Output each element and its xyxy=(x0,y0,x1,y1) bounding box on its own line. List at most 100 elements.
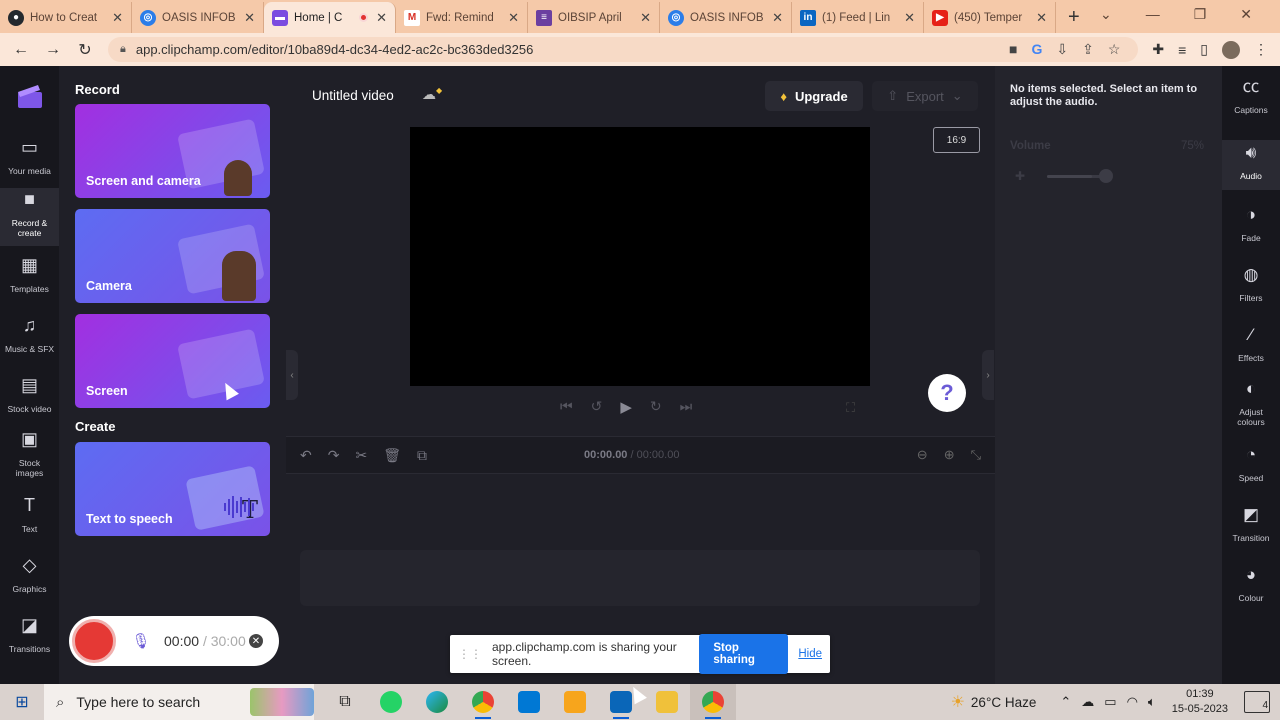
wifi-icon[interactable]: ◠ xyxy=(1127,694,1138,710)
drag-handle-icon[interactable]: ⋮⋮ xyxy=(458,647,482,661)
battery-icon[interactable]: ▭ xyxy=(1104,694,1116,710)
back-icon[interactable]: ← xyxy=(12,41,30,59)
tab-colour[interactable]: ◕ Colour xyxy=(1222,566,1280,603)
share-icon[interactable]: ⇪ xyxy=(1082,41,1094,58)
close-tab-icon[interactable]: ✕ xyxy=(904,10,915,26)
sidebar-item-stock-images[interactable]: ▣ Stock images xyxy=(0,430,59,478)
forward-5-icon[interactable]: ↻ xyxy=(650,398,662,416)
record-button[interactable] xyxy=(72,619,116,663)
reload-icon[interactable]: ↻ xyxy=(76,40,94,60)
duplicate-icon[interactable]: ⧉ xyxy=(417,447,427,464)
new-tab-icon[interactable]: + xyxy=(1068,6,1080,29)
taskbar-search[interactable]: ⌕ Type here to search xyxy=(44,684,314,720)
install-icon[interactable]: ⇩ xyxy=(1056,41,1068,58)
play-icon[interactable]: ▶ xyxy=(620,398,632,416)
close-tab-icon[interactable]: ✕ xyxy=(112,10,123,26)
screen-and-camera-card[interactable]: Screen and camera xyxy=(75,104,270,198)
bookmark-star-icon[interactable]: ☆ xyxy=(1108,41,1121,58)
microphone-icon[interactable]: 🎙︎ xyxy=(130,632,152,650)
close-tab-icon[interactable]: ✕ xyxy=(772,10,783,26)
sidebar-item-templates[interactable]: ▦ Templates xyxy=(0,256,59,294)
delete-icon[interactable]: 🗑︎ xyxy=(383,447,401,464)
minimize-icon[interactable]: — xyxy=(1146,6,1160,23)
app-icon[interactable] xyxy=(552,684,598,720)
browser-tab-active[interactable]: ▬ Home | C ✕ xyxy=(264,2,396,33)
browser-tab[interactable]: ● How to Creat ✕ xyxy=(0,2,132,33)
undo-icon[interactable]: ↶ xyxy=(300,447,312,464)
task-view-icon[interactable]: ⧉ xyxy=(322,684,368,720)
help-button[interactable]: ? xyxy=(928,374,966,412)
close-tab-icon[interactable]: ✕ xyxy=(640,10,651,26)
tab-fade[interactable]: ◑ Fade xyxy=(1222,206,1280,243)
sidebar-item-stock-video[interactable]: ▤ Stock video xyxy=(0,376,59,414)
zoom-in-icon[interactable]: ⊕ xyxy=(944,447,955,463)
browser-tab[interactable]: ▶ (450) Temper ✕ xyxy=(924,2,1056,33)
close-tab-icon[interactable]: ✕ xyxy=(1036,10,1047,26)
text-to-speech-card[interactable]: T Text to speech xyxy=(75,442,270,536)
volume-icon[interactable]: 🔈︎ xyxy=(1148,694,1156,710)
cloud-sync-icon[interactable]: ☁◆ xyxy=(422,86,442,103)
close-tab-icon[interactable]: ✕ xyxy=(244,10,255,26)
media-controls-icon[interactable]: ≡ xyxy=(1178,42,1186,58)
camera-permission-icon[interactable]: ■ xyxy=(1009,41,1017,58)
redo-icon[interactable]: ↷ xyxy=(328,447,340,464)
sidebar-item-transitions[interactable]: ◪ Transitions xyxy=(0,616,59,654)
browser-menu-icon[interactable]: ⋮ xyxy=(1254,41,1268,58)
sidebar-item-record-create[interactable]: ■ Record & create xyxy=(0,188,59,246)
tab-filters[interactable]: ◍ Filters xyxy=(1222,266,1280,303)
onedrive-icon[interactable]: ☁ xyxy=(1081,694,1094,710)
browser-tab[interactable]: ◎ OASIS INFOB ✕ xyxy=(132,2,264,33)
hide-link[interactable]: Hide xyxy=(798,648,822,660)
browser-tab[interactable]: in (1) Feed | Lin ✕ xyxy=(792,2,924,33)
fit-timeline-icon[interactable]: ⤡ xyxy=(971,447,981,463)
side-panel-icon[interactable]: ▯ xyxy=(1200,41,1208,58)
sidebar-item-graphics[interactable]: ◇ Graphics xyxy=(0,556,59,594)
tab-search-icon[interactable]: ⌄ xyxy=(1100,6,1112,23)
url-field[interactable]: 🔒︎ app.clipchamp.com/editor/10ba89d4-dc3… xyxy=(108,37,1139,62)
file-explorer-icon[interactable] xyxy=(644,684,690,720)
edge-icon[interactable] xyxy=(414,684,460,720)
tab-speed[interactable]: ◔ Speed xyxy=(1222,446,1280,483)
tab-effects[interactable]: ⁄ Effects xyxy=(1222,326,1280,363)
stop-sharing-button[interactable]: Stop sharing xyxy=(699,634,789,674)
sidebar-item-music-sfx[interactable]: ♫ Music & SFX xyxy=(0,316,59,354)
collapse-right-panel-button[interactable]: › xyxy=(982,350,994,400)
export-button[interactable]: ⇧ Export ⌄ xyxy=(872,81,978,111)
weather-widget[interactable]: ☀ 26°C Haze xyxy=(951,692,1037,712)
clock[interactable]: 01:39 15-05-2023 xyxy=(1172,687,1228,717)
browser-tab[interactable]: ◎ OASIS INFOB ✕ xyxy=(660,2,792,33)
close-tab-icon[interactable]: ✕ xyxy=(508,10,519,26)
browser-tab[interactable]: ≡ OIBSIP April ✕ xyxy=(528,2,660,33)
close-tab-icon[interactable]: ✕ xyxy=(376,10,387,26)
sidebar-item-text[interactable]: T Text xyxy=(0,496,59,534)
project-title[interactable]: Untitled video xyxy=(312,88,394,103)
avatar[interactable] xyxy=(1222,40,1240,59)
close-recorder-icon[interactable]: ✕ xyxy=(249,634,263,648)
windows-start-icon[interactable]: ⊞ xyxy=(0,692,44,712)
skip-back-icon[interactable]: ⏮ xyxy=(560,398,573,416)
chrome-icon[interactable] xyxy=(460,684,506,720)
tab-adjust-colours[interactable]: ◐ Adjust colours xyxy=(1222,380,1280,427)
store-icon[interactable] xyxy=(506,684,552,720)
split-scissors-icon[interactable]: ✂ xyxy=(355,447,367,464)
camera-card[interactable]: Camera xyxy=(75,209,270,303)
tab-audio[interactable]: 🔊︎ Audio xyxy=(1222,140,1280,190)
forward-icon[interactable]: → xyxy=(44,41,62,59)
restore-icon[interactable]: ❐ xyxy=(1194,6,1207,23)
aspect-ratio-button[interactable]: 16:9 xyxy=(933,127,980,153)
sidebar-item-your-media[interactable]: ▭ Your media xyxy=(0,138,59,182)
extensions-icon[interactable]: ✚ xyxy=(1152,41,1164,58)
fullscreen-icon[interactable]: ⛶ xyxy=(846,400,855,416)
browser-tab[interactable]: M Fwd: Remind ✕ xyxy=(396,2,528,33)
close-window-icon[interactable]: ✕ xyxy=(1240,6,1252,23)
chrome-active-icon[interactable] xyxy=(690,684,736,720)
skip-forward-icon[interactable]: ⏭ xyxy=(680,398,693,416)
screen-card[interactable]: Screen xyxy=(75,314,270,408)
whatsapp-icon[interactable] xyxy=(368,684,414,720)
collapse-left-panel-button[interactable]: ‹ xyxy=(286,350,298,400)
zoom-out-icon[interactable]: ⊖ xyxy=(917,447,928,463)
google-icon[interactable]: G xyxy=(1031,41,1042,58)
chevron-up-icon[interactable]: ⌃ xyxy=(1060,694,1071,710)
timeline-track[interactable] xyxy=(300,550,980,606)
notifications-icon[interactable]: 4 xyxy=(1244,691,1270,713)
